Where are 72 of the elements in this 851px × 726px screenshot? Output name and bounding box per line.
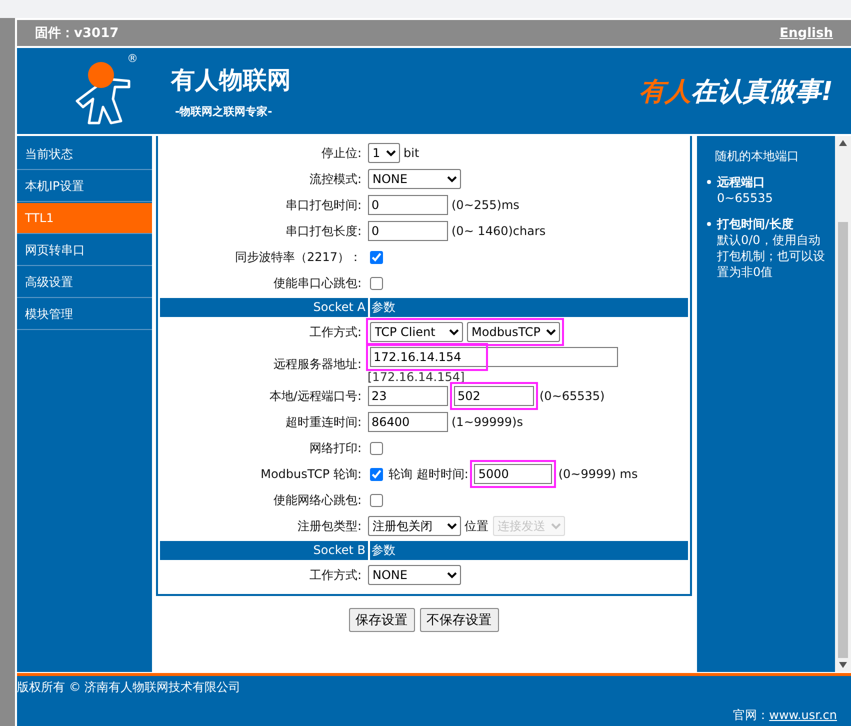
bullet-icon [707,222,711,226]
site-link[interactable]: www.usr.cn [769,708,837,722]
scroll-up-icon[interactable] [839,140,847,146]
sidebar-item[interactable]: 当前状态 [17,139,152,170]
dropdown[interactable]: 1 [368,143,400,163]
sidebar-item[interactable]: 网页转串口 [17,235,152,266]
sidebar-item[interactable]: 模块管理 [17,299,152,330]
brand-name: 有人物联网 [171,64,291,96]
field-label: 工作方式: [308,566,362,584]
section-header: 参数 [370,541,688,560]
dropdown[interactable]: NONE [368,565,460,585]
copyright-text: 版权所有 © 济南有人物联网技术有限公司 [17,679,242,696]
brand-tagline: -物联网之联网专家- [174,104,274,118]
checkbox[interactable] [370,468,382,480]
dropdown[interactable]: TCP Client [370,322,462,342]
sidebar-item[interactable]: 高级设置 [17,267,152,298]
field-label: 注册包类型: [296,518,362,534]
help-title: 远程端口 [717,174,766,190]
scrollbar-thumb[interactable] [838,222,848,658]
field-label: 使能网络心跳包: [272,492,362,508]
field-note: (0~255)ms [452,198,520,212]
slogan: 有人在认真做事! [639,76,833,108]
field-note: 位置 [464,518,488,534]
scrollbar[interactable] [835,136,851,672]
help-text: 默认0/0，使用自动打包机制；也可以设置为非0值 [717,232,826,280]
checkbox[interactable] [370,250,382,264]
checkbox[interactable] [370,494,382,506]
field-note: 轮询 超时时间: [388,466,468,482]
field-note: (0~ 1460)chars [452,224,546,238]
section-header: 参数 [370,298,688,317]
bullet-icon [707,180,711,184]
input-field[interactable]: 86400 [368,412,448,432]
scroll-down-icon[interactable] [839,662,847,668]
input-field[interactable]: 502 [454,386,534,406]
section-title: Socket B [160,541,368,560]
field-note: (1~99999)s [452,415,523,429]
input-field[interactable]: 5000 [474,464,552,484]
firmware-version: 固件：v3017 [35,25,119,42]
dropdown[interactable]: NONE [368,169,460,189]
field-label: 使能串口心跳包: [272,274,362,292]
field-note: (0~9999) ms [558,467,638,481]
section-title: Socket A [160,298,368,317]
help-title: 打包时间/长度 [717,216,794,232]
field-label: ModbusTCP 轮询: [260,466,362,482]
input-field[interactable]: 172.16.14.154 [370,347,618,367]
sidebar-item[interactable]: 本机IP设置 [17,171,152,202]
dropdown[interactable]: ModbusTCP [466,322,560,342]
field-label: 超时重连时间: [284,414,362,430]
field-label: 同步波特率（2217）： [234,248,362,266]
field-note: bit [404,146,420,160]
registered-mark: ® [127,52,138,65]
checkbox[interactable] [370,276,382,290]
field-label: 停止位: [320,144,362,162]
help-text: 0~65535 [717,190,773,206]
field-label: 工作方式: [308,324,362,340]
input-field[interactable]: 0 [368,221,448,241]
field-hint: [172.16.14.154] [368,371,465,383]
field-label: 本地/远程端口号: [268,388,362,404]
input-field[interactable]: 23 [368,386,448,406]
site-label: 官网： [733,708,770,722]
field-label: 串口打包长度: [284,222,362,240]
field-label: 网络打印: [308,440,362,456]
field-label: 流控模式: [308,170,362,188]
field-note: (0~65535) [540,389,605,403]
form-button[interactable]: 不保存设置 [420,608,498,632]
checkbox[interactable] [370,442,382,454]
form-button[interactable]: 保存设置 [348,608,414,632]
input-field[interactable]: 0 [368,195,448,215]
dropdown[interactable]: 注册包关闭 [368,516,460,536]
field-label: 远程服务器地址: [272,356,362,372]
help-text: 随机的本地端口 [714,148,800,164]
field-label: 串口打包时间: [284,196,362,214]
